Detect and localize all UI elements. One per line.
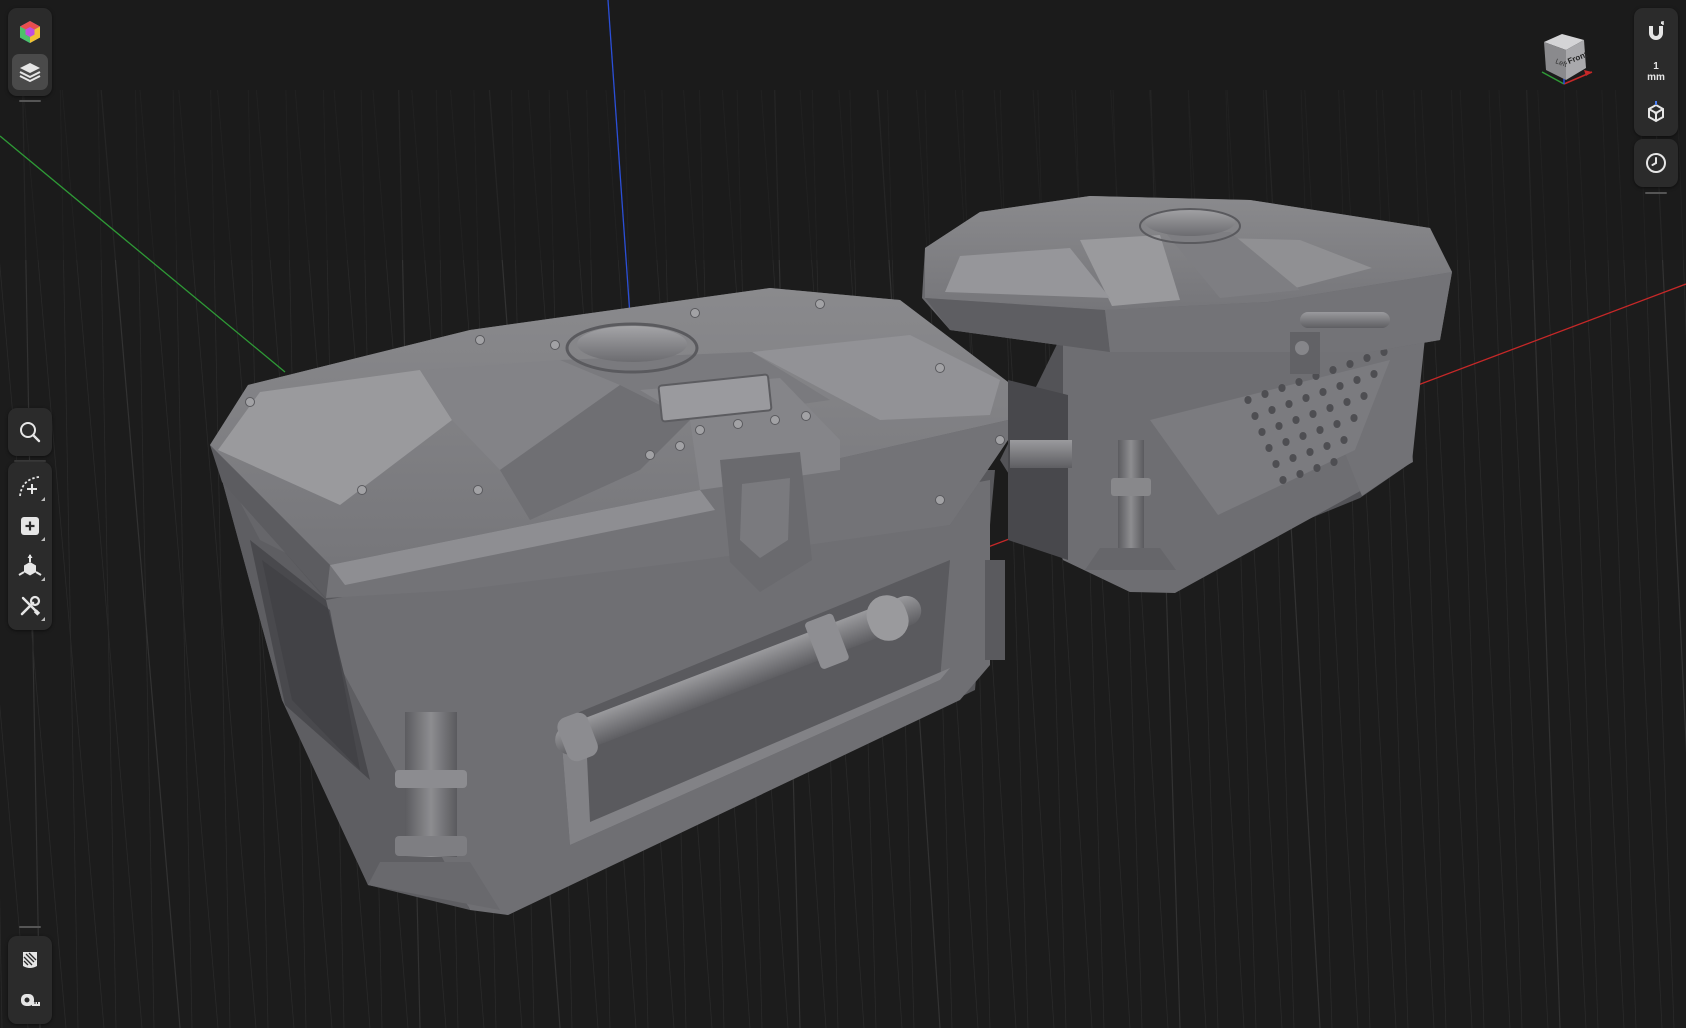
curve-tool-button[interactable] bbox=[12, 468, 48, 504]
search-icon bbox=[20, 422, 41, 443]
measure-button[interactable] bbox=[12, 982, 48, 1018]
snap-value: 1 bbox=[1653, 61, 1659, 72]
left-toolbar-modeling bbox=[8, 462, 52, 630]
right-toolbar-history bbox=[1634, 139, 1678, 187]
snap-increment-button[interactable]: 1 mm bbox=[1638, 54, 1674, 90]
curve-add-icon bbox=[19, 476, 40, 497]
layers-button[interactable] bbox=[12, 54, 48, 90]
left-toolbar-tools bbox=[8, 408, 52, 456]
view-navigation-cube[interactable]: Left Front bbox=[1528, 28, 1598, 98]
magnet-icon bbox=[1649, 21, 1664, 40]
toolbar-separator bbox=[19, 926, 41, 928]
colored-cube-icon bbox=[20, 21, 40, 43]
left-toolbar-top bbox=[8, 8, 52, 96]
cube-view-icon bbox=[1648, 101, 1664, 123]
tools-button[interactable] bbox=[12, 588, 48, 624]
submenu-indicator bbox=[41, 497, 45, 501]
add-square-icon bbox=[21, 517, 39, 535]
tape-measure-icon bbox=[21, 994, 40, 1006]
layers-icon bbox=[19, 63, 41, 82]
view-mode-button[interactable] bbox=[1638, 94, 1674, 130]
viewport-canvas[interactable] bbox=[0, 0, 1686, 1028]
right-toolbar-snap: 1 mm bbox=[1634, 8, 1678, 136]
clock-icon bbox=[1646, 153, 1666, 173]
snap-toggle-button[interactable] bbox=[1638, 14, 1674, 50]
submenu-indicator bbox=[41, 577, 45, 581]
snap-unit: mm bbox=[1647, 72, 1665, 83]
transform-gizmo-icon bbox=[18, 554, 42, 576]
toolbar-separator bbox=[19, 100, 41, 102]
submenu-indicator bbox=[41, 617, 45, 621]
toolbar-separator bbox=[1645, 192, 1667, 194]
transform-button[interactable] bbox=[12, 548, 48, 584]
add-primitive-button[interactable] bbox=[12, 508, 48, 544]
wrench-screwdriver-icon bbox=[20, 595, 41, 616]
history-button[interactable] bbox=[1638, 145, 1674, 181]
asset-library-button[interactable] bbox=[12, 14, 48, 50]
material-button[interactable] bbox=[12, 942, 48, 978]
search-button[interactable] bbox=[12, 414, 48, 450]
submenu-indicator bbox=[41, 537, 45, 541]
3d-viewport[interactable] bbox=[0, 0, 1686, 1028]
left-toolbar-bottom bbox=[8, 936, 52, 1024]
shader-ball-icon bbox=[23, 952, 37, 968]
